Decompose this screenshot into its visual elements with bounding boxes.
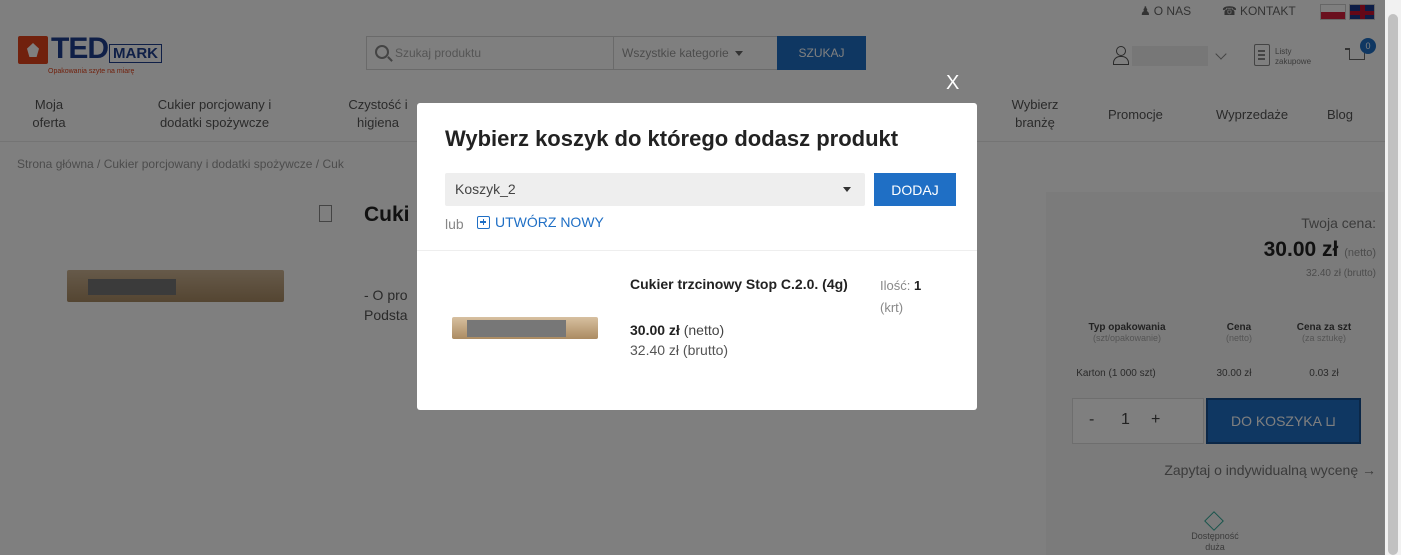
qty-value: 1 — [913, 278, 922, 293]
add-button[interactable]: DODAJ — [874, 173, 956, 206]
modal-title: Wybierz koszyk do którego dodasz produkt — [445, 126, 899, 151]
basket-select[interactable]: Koszyk_2 — [445, 173, 865, 206]
product-thumbnail — [452, 317, 598, 339]
divider — [417, 250, 977, 251]
create-new-label: UTWÓRZ NOWY — [495, 214, 604, 230]
scrollbar-thumb[interactable] — [1388, 14, 1398, 555]
modal-quantity: Ilość: 1 (krt) — [880, 275, 921, 319]
choose-basket-modal: Wybierz koszyk do którego dodasz produkt… — [417, 103, 977, 410]
modal-product-name: Cukier trzcinowy Stop C.2.0. (4g) — [630, 276, 848, 292]
close-icon[interactable]: X — [946, 72, 959, 95]
caret-down-icon — [843, 187, 851, 192]
price-net-label: (netto) — [683, 322, 725, 338]
plus-square-icon — [477, 215, 490, 229]
price-net-value: 30.00 zł — [630, 322, 680, 338]
modal-price-gross: 32.40 zł (brutto) — [630, 342, 729, 358]
redacted-label — [467, 320, 566, 337]
or-label: lub — [445, 216, 464, 232]
create-new-basket-link[interactable]: UTWÓRZ NOWY — [477, 214, 604, 230]
page-scrollbar[interactable] — [1385, 0, 1401, 555]
basket-select-value: Koszyk_2 — [455, 181, 516, 197]
qty-label: Ilość: — [880, 278, 911, 293]
qty-unit: (krt) — [880, 300, 904, 315]
modal-price-net: 30.00 zł (netto) — [630, 322, 724, 338]
